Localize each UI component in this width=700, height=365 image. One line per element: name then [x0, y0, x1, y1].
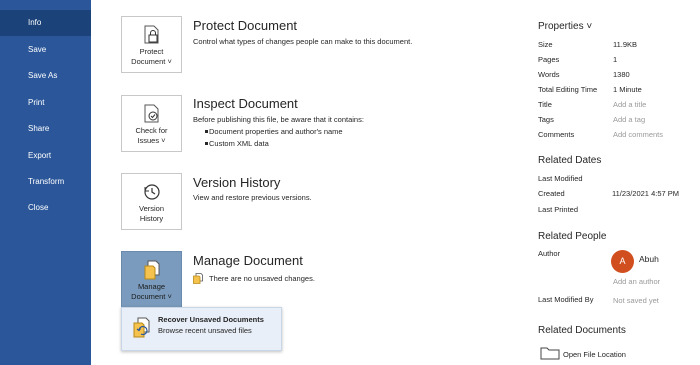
prop-key-words: Words [538, 70, 560, 79]
manage-document-button[interactable]: Manage Document ˅ [121, 251, 182, 308]
manage-desc: There are no unsaved changes. [209, 274, 315, 283]
inspect-title: Inspect Document [193, 96, 298, 111]
manage-document-icon [144, 260, 159, 280]
last-modified-label: Last Modified [538, 174, 583, 183]
lock-document-icon [144, 25, 158, 44]
nav-save[interactable]: Save [0, 37, 91, 63]
add-author-field[interactable]: Add an author [613, 277, 660, 286]
created-value: 11/23/2021 4:57 PM [612, 189, 679, 198]
protect-document-button[interactable]: Protect Document ˅ [121, 16, 182, 73]
inspect-desc: Before publishing this file, be aware th… [193, 115, 364, 124]
version-history-button[interactable]: Version History [121, 173, 182, 230]
history-clock-icon [143, 184, 160, 200]
prop-value-editing-time: 1 Minute [613, 85, 642, 94]
manage-button-label-1: Manage [137, 282, 166, 291]
recover-document-icon [133, 317, 150, 338]
add-title-field[interactable]: Add a title [613, 100, 646, 109]
nav-print[interactable]: Print [0, 90, 91, 116]
protect-button-label-2: Document ˅ [131, 57, 172, 66]
author-name[interactable]: Abuh [639, 254, 659, 264]
inspect-button-label-1: Check for [135, 126, 168, 135]
add-comments-field[interactable]: Add comments [613, 130, 663, 139]
author-label: Author [538, 249, 561, 258]
backstage-sidebar: Info Save Save As Print Share Export Tra… [0, 0, 91, 365]
prop-key-tags: Tags [538, 115, 554, 124]
inspect-document-icon [144, 104, 158, 123]
related-dates-heading: Related Dates [538, 155, 602, 166]
prop-key-editing-time: Total Editing Time [538, 85, 598, 94]
inspect-button-label-2: Issues ˅ [137, 136, 166, 145]
manage-button-label-2: Document ˅ [131, 292, 172, 301]
prop-key-size: Size [538, 40, 553, 49]
nav-transform[interactable]: Transform [0, 169, 91, 195]
check-for-issues-button[interactable]: Check for Issues ˅ [121, 95, 182, 152]
nav-export[interactable]: Export [0, 143, 91, 169]
inspect-bullet-2: Custom XML data [205, 139, 269, 148]
nav-share[interactable]: Share [0, 116, 91, 142]
related-people-heading: Related People [538, 231, 607, 242]
prop-value-size: 11.9KB [613, 40, 638, 49]
recover-title: Recover Unsaved Documents [158, 315, 264, 324]
inspect-bullet-1: Document properties and author's name [205, 127, 343, 136]
prop-value-pages: 1 [613, 55, 618, 64]
created-label: Created [538, 189, 565, 198]
nav-close[interactable]: Close [0, 195, 91, 221]
prop-key-title: Title [538, 100, 552, 109]
prop-key-pages: Pages [538, 55, 560, 64]
protect-desc: Control what types of changes people can… [193, 37, 413, 46]
manage-title: Manage Document [193, 253, 303, 268]
last-printed-label: Last Printed [538, 205, 579, 214]
version-desc: View and restore previous versions. [193, 193, 312, 202]
document-status-icon [193, 273, 203, 284]
nav-info[interactable]: Info [0, 10, 91, 36]
prop-key-comments: Comments [538, 130, 575, 139]
add-tag-field[interactable]: Add a tag [613, 115, 645, 124]
open-file-location-link[interactable]: Open File Location [563, 350, 626, 359]
related-documents-heading: Related Documents [538, 325, 626, 336]
properties-heading[interactable]: Properties ˅ [538, 21, 592, 32]
protect-title: Protect Document [193, 18, 298, 33]
recover-unsaved-menu-item[interactable]: Recover Unsaved Documents Browse recent … [121, 307, 282, 351]
version-button-label-1: Version [138, 204, 165, 213]
folder-icon [540, 347, 560, 360]
prop-value-words: 1380 [613, 70, 630, 79]
recover-desc: Browse recent unsaved files [158, 326, 252, 335]
version-button-label-2: History [139, 214, 164, 223]
nav-save-as[interactable]: Save As [0, 63, 91, 89]
version-title: Version History [193, 175, 281, 190]
last-modified-by-value: Not saved yet [613, 296, 659, 305]
author-avatar[interactable]: A [611, 250, 634, 273]
protect-button-label-1: Protect [139, 47, 164, 56]
last-modified-by-label: Last Modified By [538, 295, 594, 304]
